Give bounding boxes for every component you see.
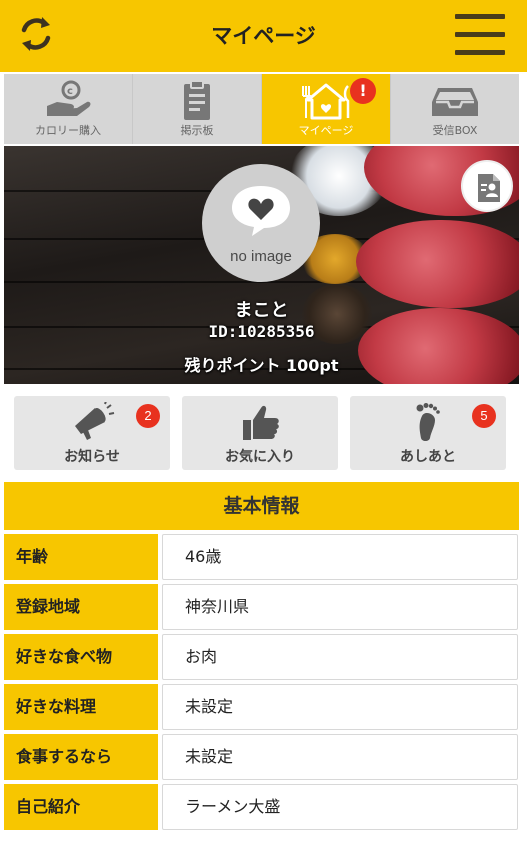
app-header: マイページ: [0, 0, 527, 72]
tab-label: マイページ: [298, 124, 354, 137]
tab-bar: c カロリー購入 掲示板 マイページ ! 受信BOX: [4, 74, 519, 144]
action-label: お知らせ: [64, 449, 120, 465]
steak-decoration: [358, 308, 519, 384]
info-row-dining-preference: 食事するなら 未設定: [4, 734, 519, 784]
notices-button[interactable]: お知らせ 2: [14, 396, 170, 470]
inbox-tray-icon: [428, 80, 482, 122]
tab-bulletin-board[interactable]: 掲示板: [133, 74, 262, 144]
home-cutlery-icon: [299, 80, 353, 122]
svg-text:c: c: [67, 86, 73, 97]
info-label: 登録地域: [4, 584, 158, 630]
action-buttons: お知らせ 2 お気に入り あしあと 5: [14, 396, 506, 472]
info-value: 未設定: [162, 684, 518, 730]
info-row-favorite-dish: 好きな料理 未設定: [4, 684, 519, 734]
favorites-button[interactable]: お気に入り: [182, 396, 338, 470]
info-label: 好きな食べ物: [4, 634, 158, 680]
user-name: まこと: [234, 300, 289, 321]
page-title: マイページ: [211, 24, 316, 48]
tab-label: 受信BOX: [432, 124, 478, 137]
basic-info-title: 基本情報: [4, 482, 519, 530]
coin-hand-icon: c: [41, 80, 95, 122]
user-id: ID:10285356: [208, 322, 315, 341]
tab-mypage[interactable]: マイページ !: [262, 74, 391, 144]
tab-calorie-purchase[interactable]: c カロリー購入: [4, 74, 133, 144]
footprints-button[interactable]: あしあと 5: [350, 396, 506, 470]
thumbs-up-icon: [237, 402, 283, 442]
tab-inbox[interactable]: 受信BOX: [391, 74, 519, 144]
clipboard-icon: [170, 80, 224, 122]
tab-label: 掲示板: [180, 124, 214, 137]
profile-hero: no image まこと ID:10285356 残りポイント 100pt: [4, 146, 519, 384]
profile-document-button[interactable]: [461, 160, 513, 212]
info-label: 年齢: [4, 534, 158, 580]
info-value: お肉: [162, 634, 518, 680]
count-badge: 5: [472, 404, 496, 428]
info-row-self-intro: 自己紹介 ラーメン大盛: [4, 784, 519, 834]
info-row-favorite-food: 好きな食べ物 お肉: [4, 634, 519, 684]
tab-label: カロリー購入: [35, 124, 101, 137]
heart-bubble-icon: [228, 184, 294, 238]
info-row-age: 年齢 46歳: [4, 534, 519, 584]
remaining-points: 残りポイント 100pt: [184, 356, 339, 375]
steak-decoration: [356, 220, 519, 308]
info-value: 神奈川県: [162, 584, 518, 630]
info-value: ラーメン大盛: [162, 784, 518, 830]
action-label: あしあと: [400, 449, 456, 465]
avatar[interactable]: no image: [202, 164, 320, 282]
footprint-icon: [405, 402, 451, 442]
count-badge: 2: [136, 404, 160, 428]
info-row-region: 登録地域 神奈川県: [4, 584, 519, 634]
notification-badge: !: [350, 78, 376, 104]
document-person-icon: [478, 174, 500, 202]
megaphone-icon: [69, 400, 115, 442]
info-label: 自己紹介: [4, 784, 158, 830]
info-value: 46歳: [162, 534, 518, 580]
avatar-placeholder-text: no image: [230, 248, 292, 265]
basic-info-table: 年齢 46歳 登録地域 神奈川県 好きな食べ物 お肉 好きな料理 未設定 食事す…: [4, 534, 519, 834]
info-label: 好きな料理: [4, 684, 158, 730]
info-value: 未設定: [162, 734, 518, 780]
info-label: 食事するなら: [4, 734, 158, 780]
action-label: お気に入り: [225, 449, 295, 465]
hamburger-menu-icon[interactable]: [455, 14, 505, 56]
